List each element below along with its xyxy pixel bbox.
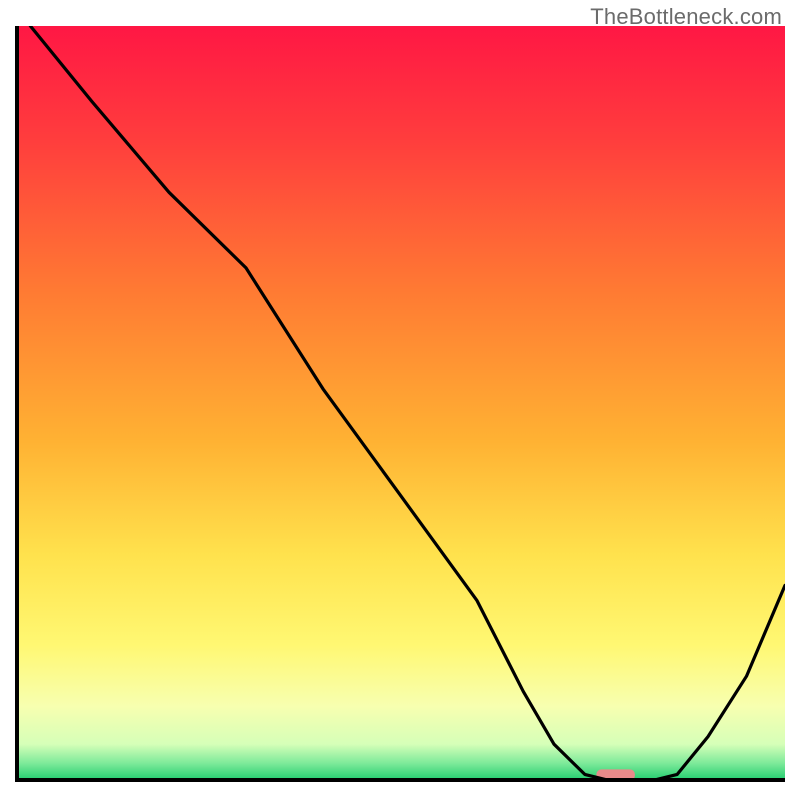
y-axis-line — [15, 26, 19, 782]
gradient-background — [15, 26, 785, 782]
bottleneck-chart — [15, 26, 785, 782]
x-axis-line — [15, 778, 785, 782]
chart-svg — [15, 26, 785, 782]
